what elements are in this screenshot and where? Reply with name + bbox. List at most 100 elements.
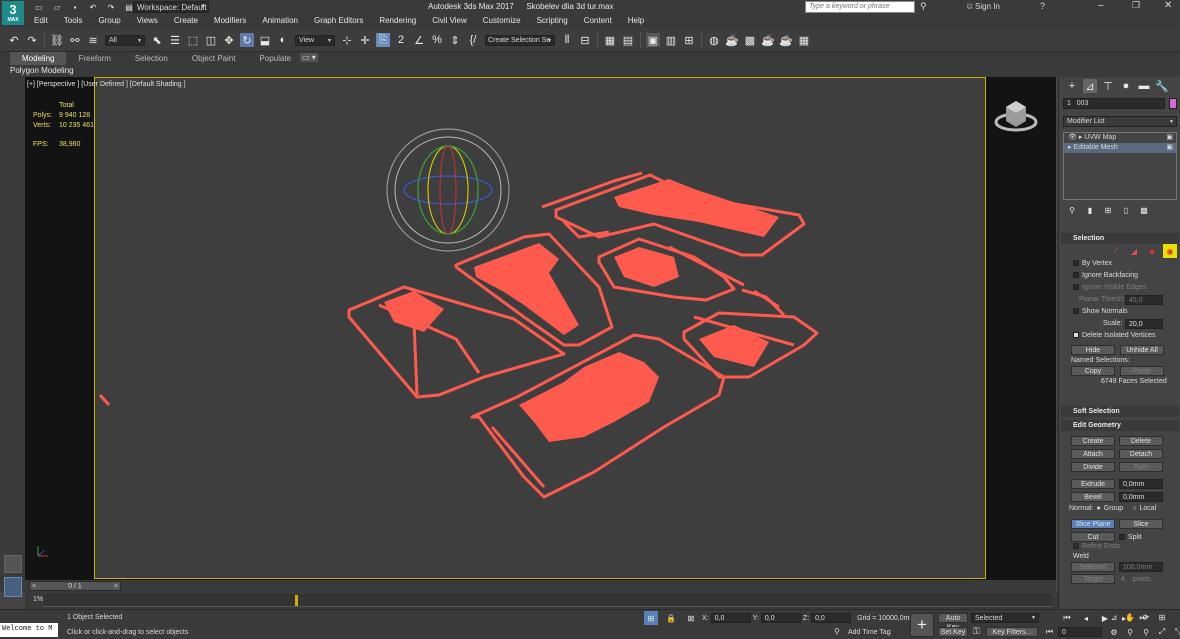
object-name-field[interactable]: 1 003 [1063, 98, 1165, 109]
time-slider-handle[interactable]: < 0 / 1 > [29, 581, 121, 591]
modifier-list-dropdown[interactable]: Modifier List ▼ [1063, 116, 1177, 127]
rotate-gizmo[interactable] [385, 127, 511, 253]
eye-icon[interactable]: 👁 [1068, 134, 1077, 141]
menu-group[interactable]: Group [90, 16, 128, 25]
polygon-icon[interactable]: ■ [1145, 244, 1159, 258]
hierarchy-tab-icon[interactable]: ⊤ [1101, 79, 1115, 93]
ribbon-tab-object-paint[interactable]: Object Paint [180, 52, 248, 65]
redo-icon[interactable]: ↷ [25, 33, 39, 47]
menu-graph-editors[interactable]: Graph Editors [306, 16, 371, 25]
track-bar-scale[interactable] [43, 594, 1053, 607]
show-normals-checkbox[interactable]: Show Normals [1073, 306, 1179, 318]
render-production-icon[interactable]: ☕ [761, 33, 775, 47]
menu-views[interactable]: Views [129, 16, 166, 25]
viewport-label[interactable]: [+] [Perspective ] [User Defined ] [Defa… [27, 81, 186, 88]
rotate-icon[interactable]: ↻ [240, 33, 254, 47]
perspective-viewport[interactable]: [+] [Perspective ] [User Defined ] [Defa… [25, 77, 1056, 580]
percent-snap-icon[interactable]: % [430, 33, 444, 47]
zoom-all-icon[interactable]: ⚲ [1139, 625, 1153, 639]
scale-icon[interactable]: ⬓ [258, 33, 272, 47]
split-checkbox[interactable]: Split [1119, 534, 1142, 541]
sign-in-link[interactable]: Sign In [975, 2, 1000, 11]
keyboard-shortcut-icon[interactable]: ⎘ [376, 33, 390, 47]
reference-coordinate-dropdown[interactable]: View ▼ [295, 34, 335, 46]
orbit-icon[interactable]: ⟳ [1139, 610, 1153, 624]
move-icon[interactable]: ✥ [222, 33, 236, 47]
edit-geometry-header[interactable]: Edit Geometry [1061, 420, 1179, 431]
bevel-button[interactable]: Bevel [1071, 492, 1115, 502]
link-icon[interactable]: ⛓ [50, 33, 64, 47]
pivot-center-icon[interactable]: ⊹ [340, 33, 354, 47]
select-manipulate-icon[interactable]: ✛ [358, 33, 372, 47]
curve-editor-icon[interactable]: ▥ [664, 33, 678, 47]
create-button[interactable]: Create [1071, 436, 1115, 446]
key-filters-button[interactable]: Key Filters... [986, 627, 1038, 637]
slice-button[interactable]: Slice [1119, 519, 1163, 529]
render-online-icon[interactable]: ▦ [797, 33, 811, 47]
soft-selection-rollout-header[interactable]: Soft Selection [1061, 406, 1179, 417]
ribbon-tab-populate[interactable]: Populate [247, 52, 303, 65]
weld-target-button[interactable]: Target [1071, 574, 1115, 584]
ribbon-toggle-icon[interactable]: ▣ [646, 33, 660, 47]
expand-arrow-icon[interactable]: ▸ [1068, 144, 1072, 151]
menu-tools[interactable]: Tools [56, 16, 91, 25]
rectangular-selection-icon[interactable]: ⬚ [186, 33, 200, 47]
snaps-toggle-icon[interactable]: 2 [394, 33, 408, 47]
prev-frame-icon[interactable]: < [32, 582, 36, 591]
key-mode-dropdown[interactable]: Selected ▼ [971, 613, 1039, 623]
select-object-icon[interactable]: ⬉ [150, 33, 164, 47]
face-icon[interactable]: ◢ [1127, 244, 1141, 258]
app-logo-icon[interactable]: 3 MAX [2, 1, 24, 25]
go-to-start-icon[interactable]: ⏮ [1060, 611, 1074, 625]
attach-button[interactable]: Attach [1071, 449, 1115, 459]
bind-spacewarp-icon[interactable]: ≋ [86, 33, 100, 47]
isolate-selection-icon[interactable]: ⊞ [644, 611, 658, 625]
auto-key-button[interactable]: Auto Key [938, 613, 968, 631]
unlink-icon[interactable]: ⚯ [68, 33, 82, 47]
ignore-backfacing-checkbox[interactable]: Ignore Backfacing [1073, 270, 1179, 282]
menu-modifiers[interactable]: Modifiers [206, 16, 254, 25]
binoculars-icon[interactable]: ⚲ [920, 1, 927, 12]
close-icon[interactable]: ✕ [1164, 0, 1172, 11]
zoom-extents-icon[interactable]: ⤢ [1155, 625, 1169, 639]
unhide-all-button[interactable]: Unhide All [1120, 345, 1164, 355]
redo-icon[interactable]: ↷ [104, 0, 118, 14]
place-icon[interactable]: ◐ [276, 33, 290, 47]
delete-isolated-checkbox[interactable]: Delete Isolated Vertices [1073, 330, 1179, 342]
workspace-dropdown[interactable]: Workspace: Default ▼ [133, 1, 209, 13]
named-selection-dropdown[interactable]: Create Selection Se ▼ [485, 34, 555, 46]
selection-rollout-header[interactable]: Selection [1061, 233, 1179, 244]
pin-stack-icon[interactable]: ⚲ [1065, 203, 1079, 217]
render-iterative-icon[interactable]: ☕ [779, 33, 793, 47]
scene-geometry[interactable] [94, 77, 986, 579]
refine-ends-checkbox[interactable]: Refine Ends [1061, 543, 1179, 550]
maximize-viewport-icon[interactable]: ⊞ [1155, 610, 1169, 624]
next-frame-icon[interactable]: > [114, 582, 118, 591]
modifier-stack[interactable]: 👁 ▸ UVW Map ▣ ▸ Editable Mesh ▣ [1063, 132, 1177, 200]
material-editor-icon[interactable]: ◍ [707, 33, 721, 47]
help-icon[interactable]: ? [1040, 1, 1045, 11]
angle-snap-icon[interactable]: ∠ [412, 33, 426, 47]
menu-civil-view[interactable]: Civil View [424, 16, 475, 25]
viewport-layout-icon-2[interactable] [4, 577, 22, 597]
menu-customize[interactable]: Customize [475, 16, 529, 25]
detach-button[interactable]: Detach [1119, 449, 1163, 459]
set-key-big-button[interactable]: + [910, 613, 934, 637]
by-vertex-checkbox[interactable]: By Vertex [1073, 258, 1179, 270]
create-tab-icon[interactable]: + [1065, 79, 1079, 93]
motion-tab-icon[interactable]: ● [1119, 79, 1133, 93]
maxscript-listener-input[interactable]: Welcome to M [0, 623, 58, 637]
scale-field[interactable]: 20,0 [1125, 319, 1163, 329]
field-of-view-icon[interactable]: ⊿ [1107, 610, 1121, 624]
select-by-name-icon[interactable]: ☰ [168, 33, 182, 47]
undo-icon[interactable]: ↶ [7, 33, 21, 47]
edge-icon[interactable]: ⟋ [1109, 244, 1123, 258]
menu-help[interactable]: Help [620, 16, 652, 25]
extrude-button[interactable]: Extrude [1071, 479, 1115, 489]
zoom-icon[interactable]: ⚲ [1123, 625, 1137, 639]
track-bar[interactable]: 1% [25, 592, 1058, 609]
undo-icon[interactable]: ↶ [86, 0, 100, 14]
add-time-tag-label[interactable]: Add Time Tag [848, 629, 891, 636]
search-input[interactable]: Type a keyword or phrase [805, 1, 915, 13]
selection-filter-dropdown[interactable]: All ▼ [105, 34, 145, 46]
